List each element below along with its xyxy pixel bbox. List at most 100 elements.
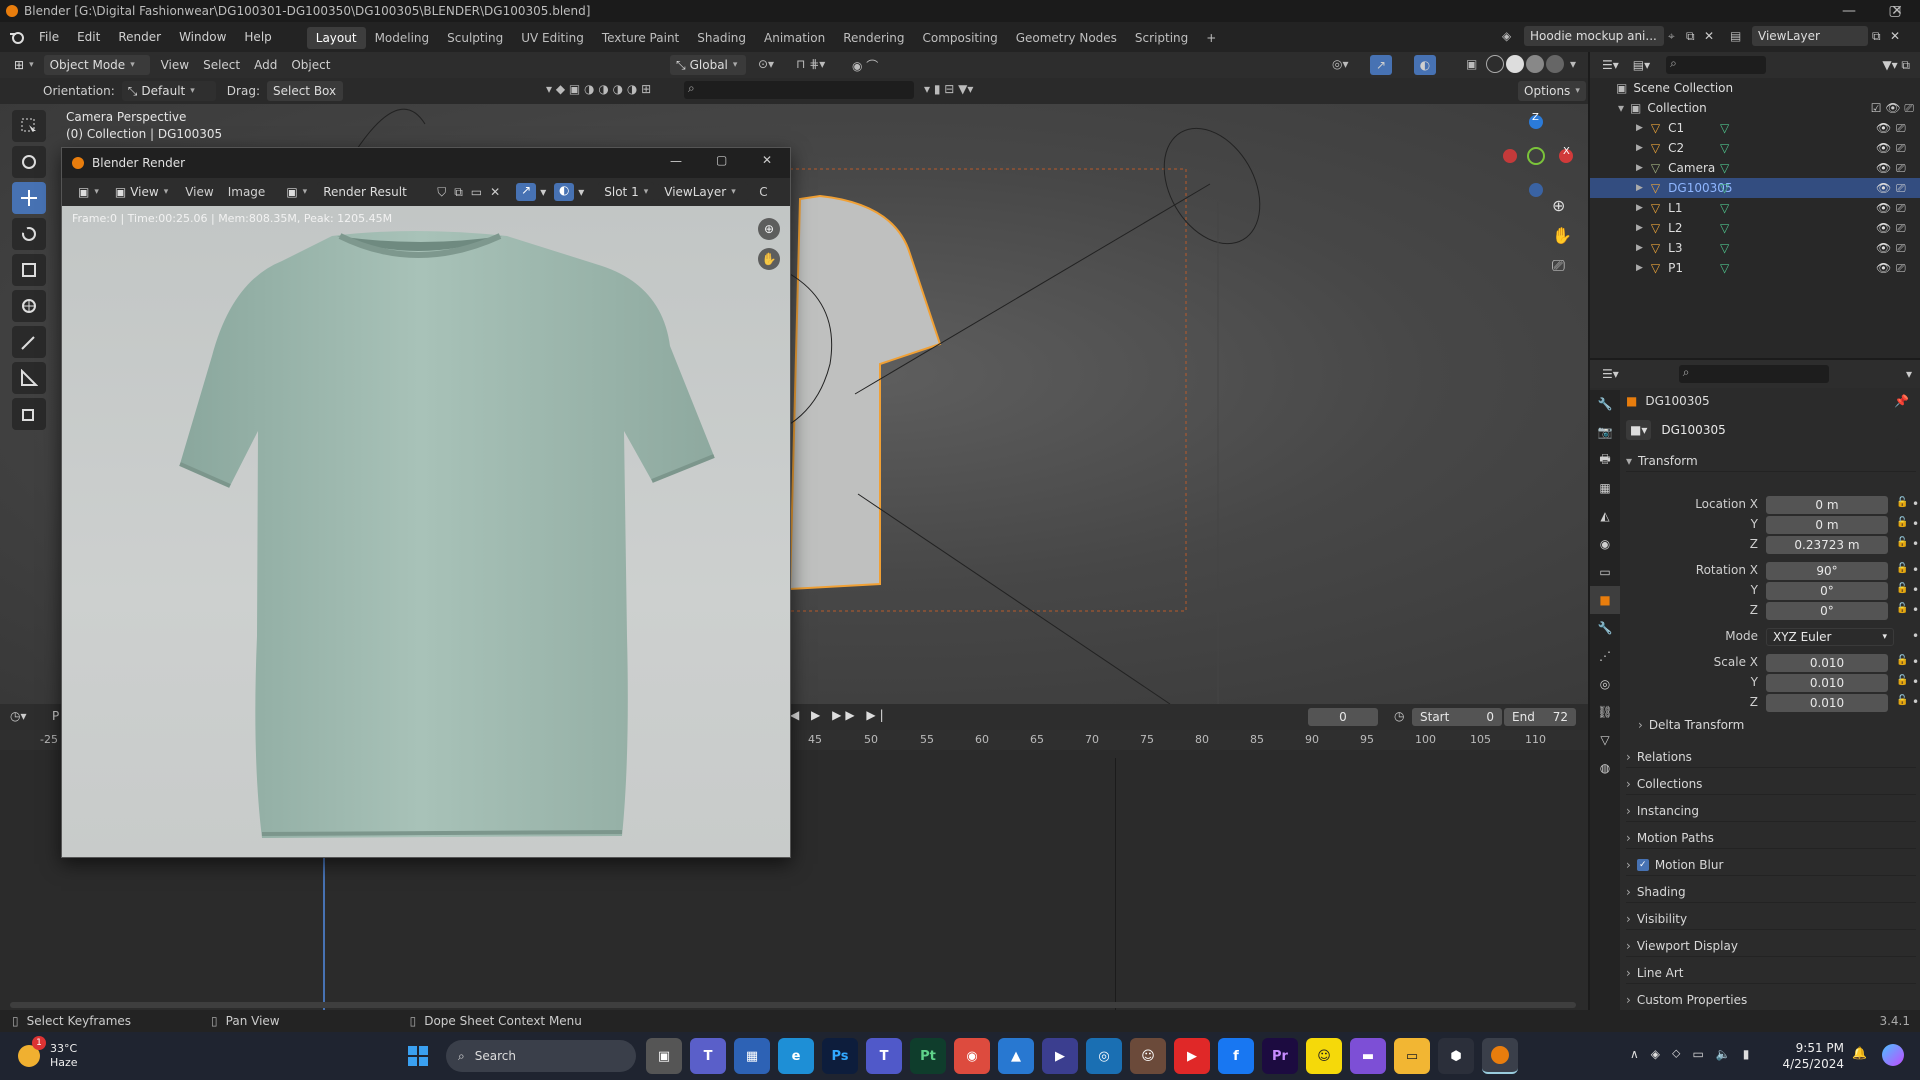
rotation-x-field[interactable]: 90° [1766, 562, 1888, 580]
taskbar-clock[interactable]: 9:51 PM 4/25/2024 [1768, 1040, 1844, 1072]
menu-help[interactable]: Help [235, 22, 280, 52]
tab-shading[interactable]: Shading [688, 27, 755, 49]
panel-motion-paths[interactable]: › Motion Paths [1626, 827, 1916, 849]
cursor-tool-icon[interactable] [12, 146, 46, 178]
output-tab-icon[interactable]: 🖶 [1590, 446, 1620, 474]
rotate-tool-icon[interactable] [12, 218, 46, 250]
object-data-icon[interactable]: ▽ [1720, 221, 1729, 235]
move-tool-icon[interactable] [12, 182, 46, 214]
solid-shading-icon[interactable] [1506, 55, 1524, 73]
mode-dropdown[interactable]: Object Mode ▾ [43, 55, 150, 75]
camera-render-icon[interactable]: ⎚ [1896, 121, 1906, 136]
properties-editor[interactable]: ☰▾ ⌕ ▾ 🔧 📷 🖶 ▦ ◭ ◉ ▭ ■ 🔧 ⋰ ◎ ⛓ ▽ ◍ ■ DG1… [1588, 358, 1920, 1011]
snap-icon[interactable]: ⊓ ⋕▾ [796, 57, 825, 71]
outliner-scene-collection[interactable]: ▣ Scene Collection [1590, 78, 1920, 98]
zoom-view-icon[interactable]: ⊕ [1552, 196, 1565, 215]
menu-object[interactable]: Object [284, 58, 337, 72]
notifications-icon[interactable]: 🔔 [1852, 1046, 1867, 1060]
taskbar-search-box[interactable]: ⌕ Search [446, 1040, 636, 1072]
tray-dropbox-icon[interactable]: ⬦ [1672, 1046, 1680, 1061]
unlink-image-icon[interactable]: ✕ [490, 185, 500, 199]
tab-uv-editing[interactable]: UV Editing [512, 27, 593, 49]
keyframe-dot-icon[interactable]: • [1912, 603, 1919, 617]
scale-x-field[interactable]: 0.010 [1766, 654, 1888, 672]
object-data-icon[interactable]: ▽ [1720, 261, 1729, 275]
file-explorer-icon[interactable]: ▭ [1394, 1038, 1430, 1074]
camera-view-icon[interactable]: ⎚ [1552, 256, 1565, 276]
world-tab-icon[interactable]: ◉ [1590, 530, 1620, 558]
lock-icon[interactable]: 🔓 [1896, 497, 1908, 508]
slot-dropdown[interactable]: Slot 1 ▾ [598, 182, 655, 202]
pin-properties-icon[interactable]: 📌 [1894, 394, 1909, 408]
panel-viewport-display[interactable]: › Viewport Display [1626, 935, 1916, 957]
minimize-button[interactable]: — [1826, 0, 1872, 22]
eye-icon[interactable]: 👁 [1876, 241, 1891, 255]
eye-icon[interactable]: 👁 [1876, 121, 1891, 135]
outliner-item-c2[interactable]: ▶ ▽ C2 ▽ 👁 ⎚ [1590, 138, 1920, 158]
transform-orientation-dropdown[interactable]: ⤡ Global ▾ [670, 55, 746, 75]
motion-blur-checkbox[interactable]: ✓ [1636, 858, 1649, 871]
expand-icon[interactable]: ▶ [1636, 143, 1643, 153]
pivot-icon[interactable]: ⊙▾ [758, 57, 774, 71]
shading-options-icon[interactable]: ▾ [1570, 57, 1576, 71]
keyframe-dot-icon[interactable]: • [1912, 497, 1919, 511]
camera-render-icon[interactable]: ⎚ [1896, 221, 1906, 236]
expand-icon[interactable]: ▶ [1636, 263, 1643, 273]
menu-render[interactable]: Render [109, 22, 170, 52]
photos-icon[interactable]: ▲ [998, 1038, 1034, 1074]
material-tab-icon[interactable]: ◍ [1590, 754, 1620, 782]
tray-app-icon[interactable]: ◈ [1651, 1047, 1660, 1061]
wireframe-shading-icon[interactable] [1486, 55, 1504, 73]
render-overlay-icon[interactable]: ◐ [554, 183, 575, 201]
camera-render-icon[interactable]: ⎚ [1896, 261, 1906, 276]
editor-type-button[interactable]: ⊞ ▾ [8, 55, 40, 75]
snapchat-icon[interactable]: ☺ [1306, 1038, 1342, 1074]
camera-render-icon[interactable]: ⎚ [1896, 181, 1906, 196]
open-image-icon[interactable]: ▭ [471, 185, 482, 199]
render-maximize-button[interactable]: ▢ [716, 153, 727, 167]
drag-dropdown[interactable]: Select Box [266, 81, 343, 101]
outliner-search-input[interactable]: ⌕ [1666, 56, 1767, 74]
rotation-y-field[interactable]: 0° [1766, 582, 1888, 600]
scene-icon[interactable]: ◈ [1502, 29, 1524, 43]
object-data-icon[interactable]: ▽ [1720, 181, 1729, 195]
properties-editor-type-icon[interactable]: ☰▾ [1602, 367, 1619, 381]
constraints-tab-icon[interactable]: ⛓ [1590, 698, 1620, 726]
camera-render-icon[interactable]: ⎚ [1896, 141, 1906, 156]
edge-icon[interactable]: e [778, 1038, 814, 1074]
expand-icon[interactable]: ▶ [1636, 163, 1643, 173]
object-tab-icon[interactable]: ■ [1590, 586, 1620, 614]
physics-tab-icon[interactable]: ◎ [1590, 670, 1620, 698]
eye-icon[interactable]: 👁 [1876, 261, 1891, 275]
scale-tool-icon[interactable] [12, 254, 46, 286]
playback-controls[interactable]: ◀ ▶ ▶▶ ▶| [790, 708, 888, 722]
transform-tool-icon[interactable] [12, 290, 46, 322]
options-dropdown[interactable]: Options ▾ [1518, 81, 1586, 101]
lock-icon[interactable]: 🔓 [1896, 583, 1908, 594]
lock-icon[interactable]: 🔓 [1896, 695, 1908, 706]
render-result-canvas[interactable]: Frame:0 | Time:00:25.06 | Mem:808.35M, P… [62, 206, 790, 857]
copilot-icon[interactable] [1882, 1044, 1904, 1066]
windows-start-icon[interactable] [400, 1038, 436, 1074]
data-tab-icon[interactable]: ▽ [1590, 726, 1620, 754]
object-name-field[interactable]: DG100305 [1655, 420, 1900, 440]
tab-scripting[interactable]: Scripting [1126, 27, 1197, 49]
premiere-icon[interactable]: Pr [1262, 1038, 1298, 1074]
viewport-search-input[interactable]: ⌕ [684, 81, 914, 99]
clock-icon[interactable]: ◷ [1394, 709, 1404, 723]
teams-work-icon[interactable]: T [866, 1038, 902, 1074]
render-menu-view[interactable]: View [178, 185, 220, 199]
expand-icon[interactable]: ▶ [1636, 243, 1643, 253]
collection-checkbox[interactable]: ☑ 👁 ⎚ [1871, 101, 1914, 116]
start-frame-field[interactable]: Start 0 [1412, 708, 1502, 726]
xray-icon[interactable]: ▣ [1466, 57, 1477, 71]
tab-geometry-nodes[interactable]: Geometry Nodes [1007, 27, 1126, 49]
youtube-icon[interactable]: ▶ [1174, 1038, 1210, 1074]
panel-motion-blur[interactable]: › ✓ Motion Blur [1626, 854, 1916, 876]
overlay-toggle-icon[interactable]: ◐ [1414, 55, 1436, 75]
render-pan-icon[interactable]: ✋ [758, 248, 780, 270]
photoshop-icon[interactable]: Ps [822, 1038, 858, 1074]
outliner-filter-icon[interactable]: ▼▾ ⧉ [1882, 58, 1910, 73]
chrome-icon[interactable]: ◉ [954, 1038, 990, 1074]
tab-texture-paint[interactable]: Texture Paint [593, 27, 688, 49]
